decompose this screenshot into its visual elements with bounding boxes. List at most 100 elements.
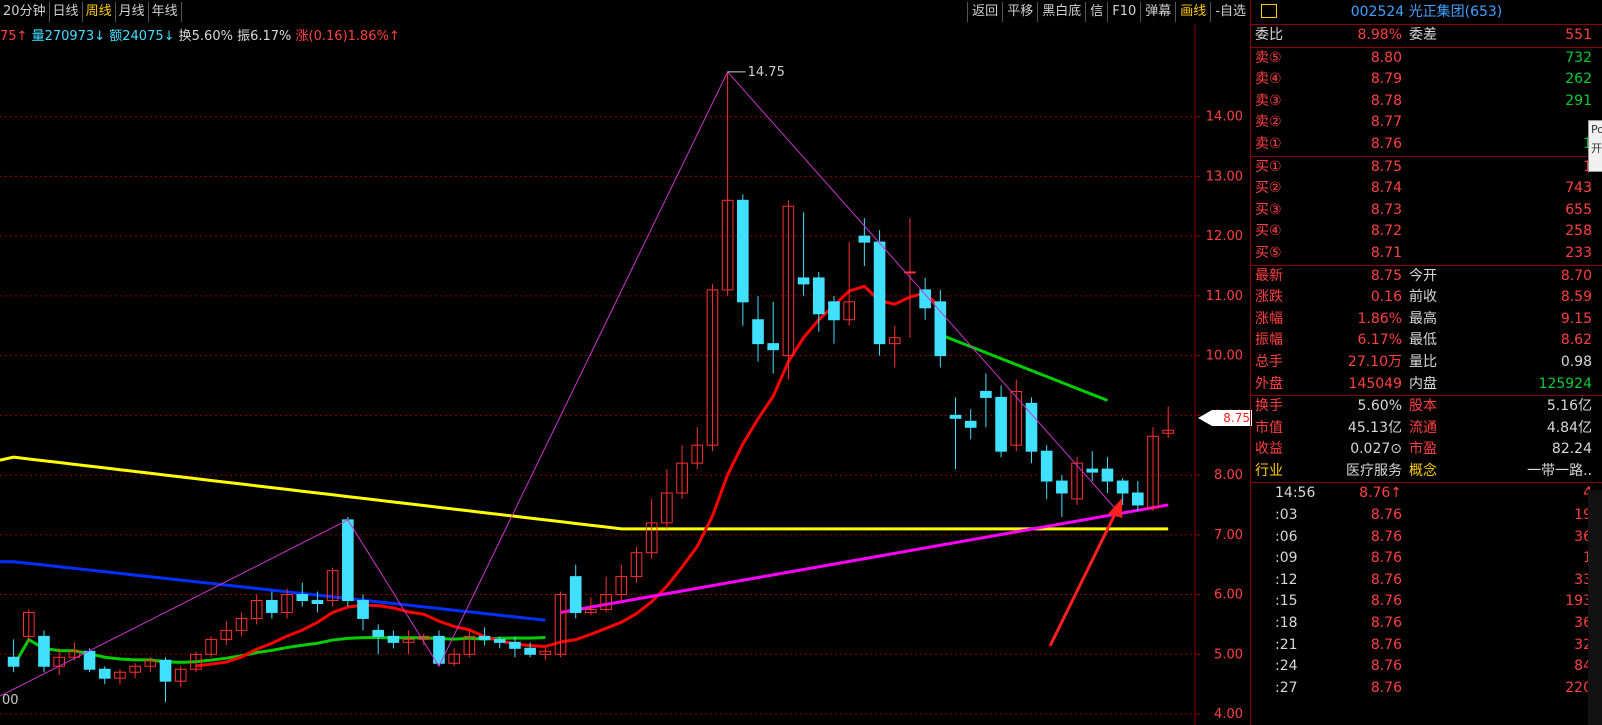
stat2-value-2: 5.16亿 <box>1546 398 1592 415</box>
stat2-label: 市值 <box>1255 419 1283 436</box>
stat-label-2: 量比 <box>1409 353 1437 370</box>
kline-chart[interactable]: 14.0013.0012.0011.0010.009.008.007.006.0… <box>0 24 1250 725</box>
ask-price: 8.78 <box>1370 92 1402 109</box>
bid-price: 8.72 <box>1370 223 1402 240</box>
y-tick-label: 14.00 <box>1206 110 1243 125</box>
tick-time: :15 <box>1275 593 1298 610</box>
popup-menu[interactable]: Poi... 开始 <box>1588 120 1602 172</box>
ask-row: 卖③ 8.78 291 <box>1251 91 1602 113</box>
stat-value: 27.10万 <box>1347 353 1402 370</box>
tick-row: :27 8.76 220 <box>1251 678 1602 700</box>
quote-panel: 002524 光正集团(653) 委比 8.98% 委差 551 卖⑤ 8.80 7… <box>1251 0 1602 725</box>
stat2-label: 换手 <box>1255 398 1283 415</box>
candle-body <box>1056 480 1068 494</box>
y-tick-label: 7.00 <box>1214 528 1243 543</box>
candle-body <box>828 301 840 321</box>
tick-list: 14:568.76↑4:038.7619:068.7636:098.761:12… <box>1251 483 1602 699</box>
ask-row: 卖② 8.77 <box>1251 112 1602 134</box>
stat-row: 外盘 145049 内盘 125924 <box>1251 374 1602 396</box>
tick-time: :21 <box>1275 636 1298 653</box>
tick-row: :098.761 <box>1251 548 1602 570</box>
stat2-value-2: 82.24 <box>1551 441 1592 458</box>
stat2-value-2: 一带一路.. <box>1527 462 1592 479</box>
stat-row: 最新 8.75 今开 8.70 <box>1251 266 1602 288</box>
tick-price: 8.76 <box>1370 550 1402 567</box>
bid-label: 买② <box>1255 180 1282 197</box>
tool-0[interactable]: 返回 <box>967 2 1002 22</box>
candle-body <box>7 656 20 667</box>
tool-5[interactable]: 弹幕 <box>1140 2 1175 22</box>
candle-body <box>493 638 506 643</box>
stat-label-2: 内盘 <box>1409 375 1437 392</box>
weibi-row: 委比 8.98% 委差 551 <box>1251 25 1602 48</box>
candle-body <box>342 519 354 602</box>
weicha-value: 551 <box>1565 27 1592 43</box>
tab-1[interactable]: 日线 <box>50 2 83 22</box>
tick-price: 8.76 <box>1370 636 1402 653</box>
ma-yellow-line <box>0 455 1169 531</box>
weicha-label: 委差 <box>1409 27 1437 43</box>
candle-body <box>296 594 309 602</box>
tab-0[interactable]: 20分钟 <box>0 2 50 22</box>
tool-4[interactable]: F10 <box>1107 2 1140 22</box>
tick-price: 8.76 <box>1370 615 1402 632</box>
candle-body <box>1040 450 1053 482</box>
y-tick-label: 12.00 <box>1206 229 1243 244</box>
ask-row: 卖⑤ 8.80 732 <box>1251 48 1602 70</box>
candle-body <box>311 600 324 605</box>
stat-row: 涨跌 0.16 前收 8.59 <box>1251 287 1602 309</box>
ask-volume: 262 <box>1565 71 1592 88</box>
stat-value: 0.16 <box>1370 289 1402 306</box>
tool-1[interactable]: 平移 <box>1002 2 1037 22</box>
window-icon[interactable] <box>1261 4 1277 18</box>
y-tick-label: 10.00 <box>1206 349 1243 364</box>
tab-4[interactable]: 年线 <box>149 2 182 22</box>
stat-label-2: 今开 <box>1409 267 1437 284</box>
stat2-value: 5.60% <box>1357 398 1402 415</box>
side-scrollbar[interactable] <box>1588 490 1602 725</box>
weibi-value: 8.98% <box>1357 27 1402 43</box>
tab-2[interactable]: 周线 <box>83 2 116 22</box>
tool-2[interactable]: 黑白底 <box>1037 2 1085 22</box>
stat2-label: 收益 <box>1255 441 1283 458</box>
stock-code: 002524 <box>1350 4 1405 20</box>
candle-body <box>38 635 50 667</box>
tool-7[interactable]: -自选 <box>1210 2 1250 22</box>
stat-value-2: 9.15 <box>1560 310 1592 327</box>
tick-row: :15 8.76 193 <box>1251 591 1602 613</box>
tool-6[interactable]: 画线 <box>1175 2 1210 22</box>
candle-body <box>569 576 582 613</box>
period-toolbar: 20分钟 日线 周线 月线 年线 返回 平移 黑白底信 F10 弹幕 画线 -自选 <box>0 0 1250 24</box>
candle-body <box>372 629 385 637</box>
bid-price: 8.75 <box>1370 158 1402 175</box>
stat-value: 1.86% <box>1357 310 1402 327</box>
left-axis-label: 00 <box>2 693 19 708</box>
candle-body <box>357 600 369 619</box>
bid-row: 买③ 8.73 655 <box>1251 200 1602 222</box>
tick-row: :12 8.76 33 <box>1251 570 1602 592</box>
bid-price: 8.74 <box>1370 180 1402 197</box>
stat2-label-2: 市盈 <box>1409 441 1437 458</box>
stat2-value: 45.13亿 <box>1347 419 1402 436</box>
bid-label: 买④ <box>1255 223 1282 240</box>
y-tick-label: 6.00 <box>1214 588 1243 603</box>
popup-item-1[interactable]: Poi... <box>1589 121 1602 138</box>
tick-time: :24 <box>1275 658 1298 675</box>
ask-price: 8.76 <box>1370 135 1402 152</box>
stat-label-2: 最高 <box>1409 310 1437 327</box>
bid-label: 买③ <box>1255 201 1282 218</box>
tick-price: 8.76↑ <box>1359 485 1402 502</box>
popup-item-2[interactable]: 开始 <box>1589 138 1602 158</box>
y-tick-label: 11.00 <box>1206 289 1243 304</box>
stat-row: 涨幅 1.86% 最高 9.15 <box>1251 309 1602 331</box>
tick-price: 8.76 <box>1370 679 1402 696</box>
tool-3[interactable]: 信 <box>1085 2 1107 22</box>
stat2-row: 市值 45.13亿 流通 4.84亿 <box>1251 418 1602 440</box>
stat-label: 涨幅 <box>1255 310 1283 327</box>
candle-body <box>387 635 400 643</box>
tab-3[interactable]: 月线 <box>116 2 149 22</box>
tick-row: :18 8.76 36 <box>1251 613 1602 635</box>
tick-row: :21 8.76 32 <box>1251 635 1602 657</box>
bid-row: 买④ 8.72 258 <box>1251 221 1602 243</box>
bid-volume: 655 <box>1565 201 1592 218</box>
